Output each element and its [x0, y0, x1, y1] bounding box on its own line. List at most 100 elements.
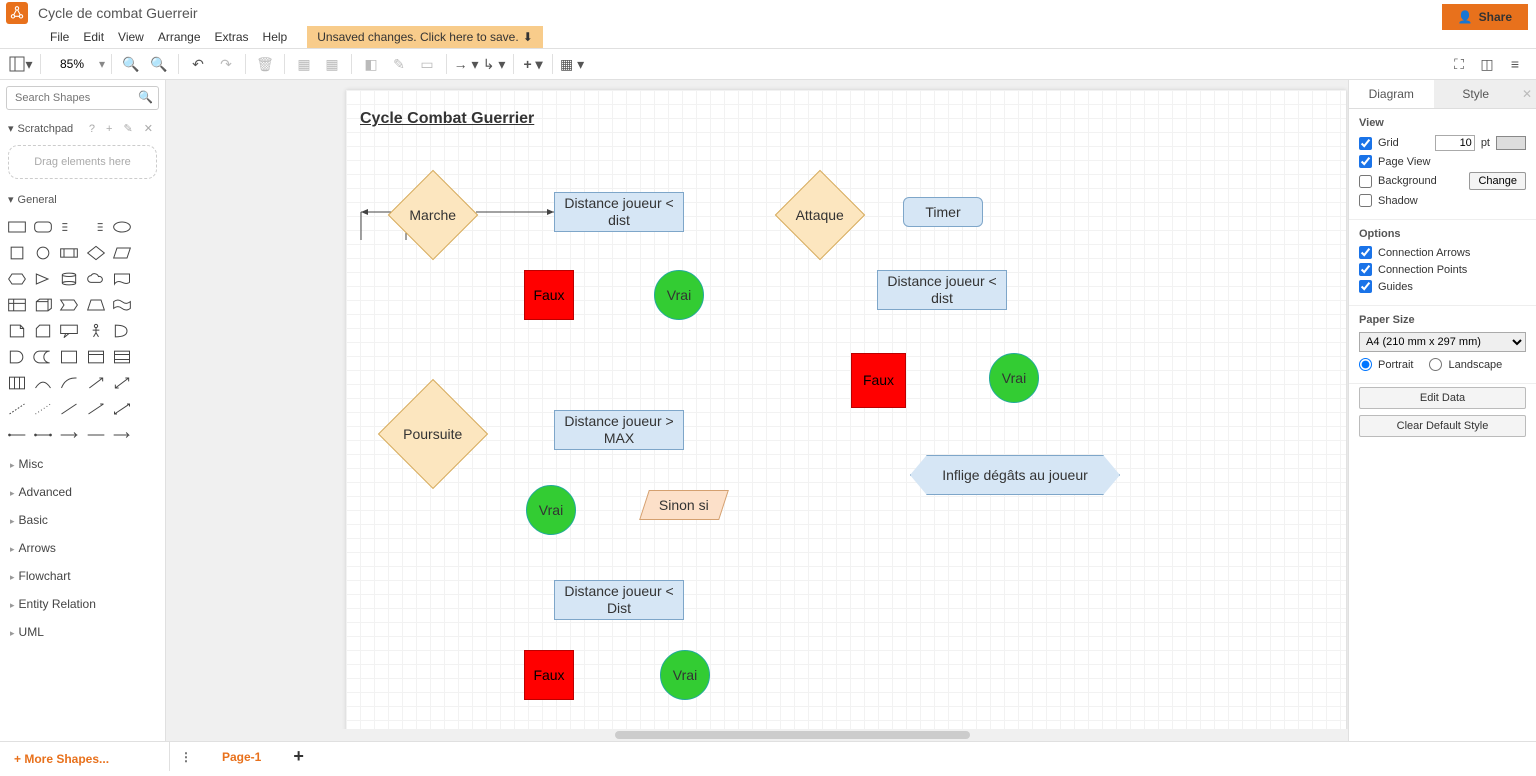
- line-color-button[interactable]: ✎: [386, 51, 412, 77]
- shape-triangle[interactable]: [32, 268, 54, 290]
- node-vrai1[interactable]: Vrai: [654, 270, 704, 320]
- category-flowchart[interactable]: Flowchart: [0, 562, 165, 590]
- insert-button[interactable]: + ▾: [520, 51, 546, 77]
- zoom-in-button[interactable]: 🔍: [118, 51, 144, 77]
- canvas-page[interactable]: Cycle Combat Guerrier: [346, 90, 1346, 741]
- shape-hlist[interactable]: [6, 372, 28, 394]
- shape-container[interactable]: [58, 346, 80, 368]
- shape-link5[interactable]: [111, 424, 133, 446]
- shape-blank9[interactable]: [137, 424, 159, 446]
- tab-close[interactable]: ✕: [1518, 80, 1536, 108]
- shape-blank5[interactable]: [137, 320, 159, 342]
- node-vrai3[interactable]: Vrai: [660, 650, 710, 700]
- category-arrows[interactable]: Arrows: [0, 534, 165, 562]
- shape-and[interactable]: [6, 346, 28, 368]
- node-inflige[interactable]: Inflige dégâts au joueur: [910, 455, 1120, 495]
- general-header[interactable]: ▾ General: [0, 187, 165, 212]
- view-mode-button[interactable]: ▾: [8, 51, 34, 77]
- to-front-button[interactable]: ▦: [291, 51, 317, 77]
- shape-cylinder[interactable]: [58, 268, 80, 290]
- node-poursuite[interactable]: Poursuite: [378, 379, 488, 489]
- portrait-radio[interactable]: [1359, 358, 1372, 371]
- conn-arrows-checkbox[interactable]: [1359, 246, 1372, 259]
- conn-points-checkbox[interactable]: [1359, 263, 1372, 276]
- waypoint-button[interactable]: ↳ ▾: [481, 51, 507, 77]
- shape-ellipse[interactable]: [111, 216, 133, 238]
- menu-edit[interactable]: Edit: [83, 30, 104, 44]
- node-marche[interactable]: Marche: [388, 170, 479, 261]
- shape-internal[interactable]: [6, 294, 28, 316]
- shape-rect[interactable]: [6, 216, 28, 238]
- shape-list[interactable]: [111, 346, 133, 368]
- fullscreen-button[interactable]: ⛶: [1446, 51, 1472, 77]
- shape-dashline[interactable]: [6, 398, 28, 420]
- shape-textbox[interactable]: [84, 216, 106, 238]
- shape-curve[interactable]: [32, 372, 54, 394]
- shape-trapezoid[interactable]: [84, 294, 106, 316]
- document-title[interactable]: Cycle de combat Guerreir: [38, 5, 1501, 21]
- shape-step[interactable]: [58, 294, 80, 316]
- node-faux2[interactable]: Faux: [524, 650, 574, 700]
- shape-cloud[interactable]: [84, 268, 106, 290]
- undo-button[interactable]: ↶: [185, 51, 211, 77]
- menu-help[interactable]: Help: [263, 30, 288, 44]
- node-faux1[interactable]: Faux: [524, 270, 574, 320]
- shape-card[interactable]: [32, 320, 54, 342]
- node-vrai2[interactable]: Vrai: [526, 485, 576, 535]
- category-misc[interactable]: Misc: [0, 450, 165, 478]
- guides-checkbox[interactable]: [1359, 280, 1372, 293]
- format-panel-button[interactable]: ◫: [1474, 51, 1500, 77]
- edit-data-button[interactable]: Edit Data: [1359, 387, 1526, 409]
- horizontal-scrollbar[interactable]: [166, 729, 1348, 741]
- shadow-checkbox[interactable]: [1359, 194, 1372, 207]
- shape-blank[interactable]: [137, 216, 159, 238]
- node-sinon[interactable]: Sinon si: [639, 490, 729, 520]
- grid-checkbox[interactable]: [1359, 137, 1372, 150]
- share-button[interactable]: 👤Share: [1442, 4, 1528, 30]
- scratchpad-dropzone[interactable]: Drag elements here: [8, 145, 157, 179]
- page-tab-1[interactable]: Page-1: [202, 743, 281, 770]
- shape-blank4[interactable]: [137, 294, 159, 316]
- shape-note[interactable]: [6, 320, 28, 342]
- shape-bidir[interactable]: [111, 398, 133, 420]
- tab-diagram[interactable]: Diagram: [1349, 80, 1434, 108]
- shape-diamond[interactable]: [84, 242, 106, 264]
- background-checkbox[interactable]: [1359, 175, 1372, 188]
- shape-circle[interactable]: [32, 242, 54, 264]
- diagram-title[interactable]: Cycle Combat Guerrier: [360, 110, 534, 128]
- category-advanced[interactable]: Advanced: [0, 478, 165, 506]
- shape-arrow-ne[interactable]: [84, 372, 106, 394]
- shape-hexagon[interactable]: [6, 268, 28, 290]
- shape-datastore[interactable]: [32, 346, 54, 368]
- shape-cube[interactable]: [32, 294, 54, 316]
- save-banner[interactable]: Unsaved changes. Click here to save. ⬇: [307, 26, 543, 48]
- node-timer[interactable]: Timer: [903, 197, 983, 227]
- shape-or[interactable]: [111, 320, 133, 342]
- shape-link2[interactable]: [32, 424, 54, 446]
- delete-button[interactable]: 🗑: [252, 51, 278, 77]
- clear-style-button[interactable]: Clear Default Style: [1359, 415, 1526, 437]
- node-dist-max[interactable]: Distance joueur > MAX: [554, 410, 684, 450]
- shape-link1[interactable]: [6, 424, 28, 446]
- connection-button[interactable]: → ▾: [453, 51, 479, 77]
- shape-callout[interactable]: [58, 320, 80, 342]
- shape-blank6[interactable]: [137, 346, 159, 368]
- menu-file[interactable]: File: [50, 30, 69, 44]
- node-vrai4[interactable]: Vrai: [989, 353, 1039, 403]
- tab-style[interactable]: Style: [1434, 80, 1519, 108]
- landscape-radio[interactable]: [1429, 358, 1442, 371]
- page-view-checkbox[interactable]: [1359, 155, 1372, 168]
- shape-line2[interactable]: [84, 398, 106, 420]
- menu-view[interactable]: View: [118, 30, 144, 44]
- node-dist3[interactable]: Distance joueur < dist: [877, 270, 1007, 310]
- menu-arrange[interactable]: Arrange: [158, 30, 201, 44]
- paper-size-select[interactable]: A4 (210 mm x 297 mm): [1359, 332, 1526, 352]
- grid-color-swatch[interactable]: [1496, 136, 1526, 150]
- app-logo[interactable]: [6, 2, 28, 24]
- shape-blank2[interactable]: [137, 242, 159, 264]
- shape-process[interactable]: [58, 242, 80, 264]
- category-entity-relation[interactable]: Entity Relation: [0, 590, 165, 618]
- node-faux3[interactable]: Faux: [851, 353, 906, 408]
- pages-menu-button[interactable]: ⋮: [174, 745, 198, 769]
- shape-text[interactable]: [58, 216, 80, 238]
